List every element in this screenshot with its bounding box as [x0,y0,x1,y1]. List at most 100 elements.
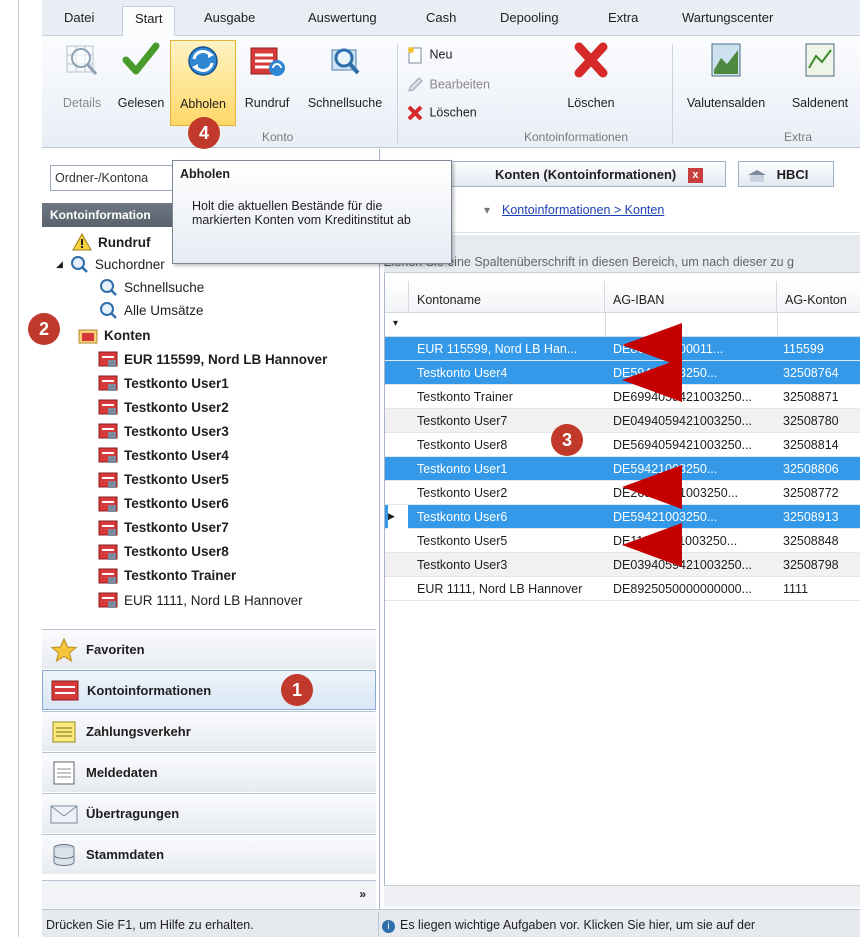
tooltip-title: Abholen [180,167,230,181]
table-row[interactable]: Testkonto User8 DE5694059421003250... 3250… [385,433,860,457]
gelesen-button[interactable]: Gelesen [112,40,170,126]
nav-meldedaten[interactable]: Meldedaten [42,752,376,792]
tab-extra[interactable]: Extra [608,10,638,25]
cell-name: Testkonto User4 [417,366,508,380]
callout-badge-2: 2 [28,313,60,345]
nav-zahlungsverkehr[interactable]: Zahlungsverkehr [42,711,376,751]
tab-wartungscenter[interactable]: Wartungscenter [682,10,773,25]
details-button[interactable]: Details [58,40,106,126]
tree-item-account[interactable]: Testkonto User1 [98,372,229,394]
tab-ausgabe[interactable]: Ausgabe [204,10,255,25]
status-tasks-link[interactable]: i Es liegen wichtige Aufgaben vor. Klicke… [382,918,755,933]
rundruf-button[interactable]: Rundruf [238,40,296,126]
tree-label: Testkonto User8 [124,544,229,560]
horizontal-scrollbar[interactable] [384,885,860,907]
tab-auswertung[interactable]: Auswertung [308,10,377,25]
loeschen-small-button[interactable]: Löschen [406,104,477,126]
group-label-kontoinformationen: Kontoinformationen [524,130,629,144]
tree-item-account[interactable]: Testkonto User8 [98,541,229,563]
tree-item-account[interactable]: Testkonto User7 [98,517,229,539]
tree-label: Konten [104,327,151,343]
schnellsuche-button[interactable]: Schnellsuche [300,40,390,126]
refresh-download-icon [188,46,218,76]
cell-iban: DE0494059421003250... [613,414,753,428]
status-help-text: Drücken Sie F1, um Hilfe zu erhalten. [46,918,254,932]
ribbon-group-separator [672,44,673,144]
tree-item-suchordner[interactable]: ◢ Suchordner [56,253,165,275]
tree-label: Testkonto User4 [124,447,229,463]
cell-iban: DE8925050000000000... [613,582,753,596]
breadcrumb-arrow-icon[interactable]: ▾ [484,203,490,217]
group-by-area: Ziehen Sie eine Spaltenüberschrift in di… [384,235,860,273]
callout-badge-4: 4 [188,117,220,149]
close-tab-icon[interactable]: x [687,168,703,184]
tree-item-account[interactable]: Testkonto User2 [98,396,229,418]
account-icon [98,592,118,608]
schnellsuche-label: Schnellsuche [307,96,383,110]
cell-konto: 1111 [783,582,809,596]
tree-item-account[interactable]: Testkonto User6 [98,493,229,515]
tree-item-rundruf[interactable]: Rundruf [72,231,150,253]
tree-item-konten[interactable]: Konten [78,324,151,346]
tree-item-schnellsuche[interactable]: Schnellsuche [98,276,204,298]
column-header-ag-iban[interactable]: AG-IBAN [605,281,777,313]
nav-kontoinformationen[interactable]: Kontoinformationen [42,670,376,710]
cell-konto: 32508798 [783,558,839,572]
bearbeiten-button[interactable]: Bearbeiten [406,76,490,98]
cell-konto: 32508806 [783,462,839,476]
tree-item-account[interactable]: EUR 115599, Nord LB Hannover [98,348,327,370]
tab-start[interactable]: Start [122,6,176,37]
tab-datei[interactable]: Datei [64,10,94,25]
saldenentwicklung-button[interactable]: Saldenent [780,40,860,126]
cell-name: Testkonto User6 [417,510,508,524]
cell-konto: 32508871 [783,390,839,404]
line-chart-icon [805,43,835,77]
callout-arrow [622,465,682,509]
current-row-indicator-icon: ▶ [388,505,408,529]
cell-konto: 32508848 [783,534,839,548]
gelesen-label: Gelesen [117,96,165,110]
neu-button[interactable]: Neu [406,46,452,68]
nav-stammdaten[interactable]: Stammdaten [42,834,376,874]
chart-picture-icon [711,43,741,77]
doc-tab-label: HBCI [776,167,809,182]
expand-arrow-icon[interactable]: ◢ [56,259,63,270]
table-row[interactable]: Testkonto User7 DE0494059421003250... 3250… [385,409,860,433]
breadcrumb[interactable]: Kontoinformationen > Konten [502,203,664,217]
column-header-kontoname[interactable]: Kontoname [409,281,605,313]
cell-konto: 32508772 [783,486,839,500]
tree-item-account[interactable]: EUR 1111, Nord LB Hannover [98,589,303,611]
tree-label: Rundruf [98,234,151,250]
folder-account-search-input[interactable]: Ordner-/Kontona [50,165,180,191]
tab-hbci[interactable]: HBCI [738,161,834,187]
column-header-ag-konto[interactable]: AG-Konton [777,281,860,313]
envelope-icon [50,805,78,823]
tree-item-account[interactable]: Testkonto User5 [98,469,229,491]
page-gutter-line [18,0,19,937]
column-divider [605,313,606,337]
database-icon [53,843,75,866]
status-separator [378,912,379,936]
account-icon [98,472,118,488]
report-form-icon [53,761,75,784]
tab-konten-kontoinformationen[interactable]: Konten (Kontoinformationen) x [404,161,726,187]
rundruf-label: Rundruf [244,96,290,110]
loeschen-button[interactable]: Löschen [556,40,626,126]
tooltip-text: Holt die aktuellen Bestände für die mark… [192,199,411,227]
account-icon [98,399,118,416]
tree-item-alle-umsaetze[interactable]: Alle Umsätze [98,299,204,321]
table-row[interactable]: EUR 1111, Nord LB Hannover DE892505000000… [385,577,860,601]
abholen-button[interactable]: Abholen [170,40,236,126]
nav-favoriten[interactable]: Favoriten [42,629,376,669]
tab-depooling[interactable]: Depooling [500,10,559,25]
tree-item-account[interactable]: Testkonto User3 [98,420,229,442]
valutensalden-button[interactable]: Valutensalden [676,40,776,126]
tab-cash[interactable]: Cash [426,10,456,25]
tree-item-account[interactable]: Testkonto Trainer [98,565,236,587]
account-icon [98,423,118,440]
nav-uebertragungen[interactable]: Übertragungen [42,793,376,833]
chevron-more-icon[interactable]: » [359,887,366,901]
cell-name: Testkonto User3 [417,558,508,572]
bank-house-icon [748,169,766,182]
tree-item-account[interactable]: Testkonto User4 [98,444,229,466]
